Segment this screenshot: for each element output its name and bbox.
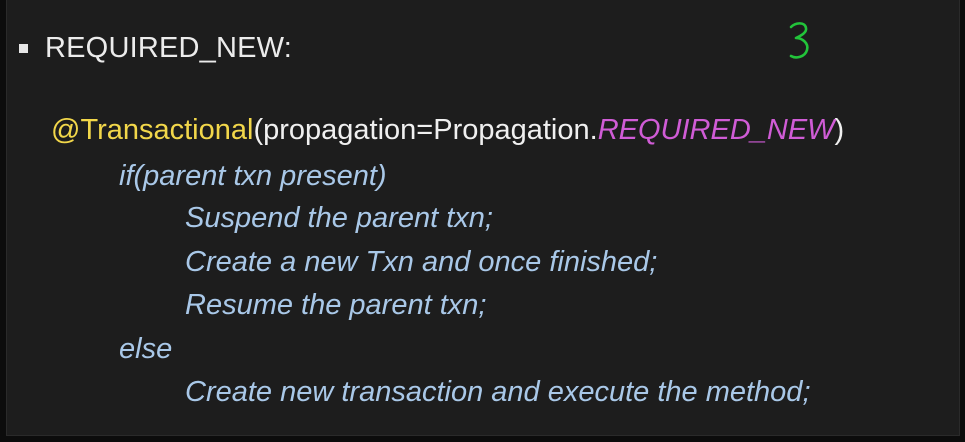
slide: REQUIRED_NEW: @Transactional(propagation… — [6, 0, 960, 436]
handwritten-three-annotation — [789, 22, 809, 59]
propagation-args-prefix: (propagation=Propagation. — [253, 114, 598, 146]
propagation-enum-value: REQUIRED_NEW — [597, 114, 835, 146]
annotation-keyword: @Transactional — [51, 114, 254, 146]
code-line-transactional: @Transactional(propagation=Propagation.R… — [51, 112, 844, 148]
slide-heading: REQUIRED_NEW: — [45, 31, 292, 64]
code-line-else: else — [119, 333, 173, 365]
propagation-args-suffix: ) — [834, 114, 845, 146]
code-line-create-new-txn: Create a new Txn and once finished; — [185, 246, 658, 278]
bullet-heading-row: REQUIRED_NEW: — [19, 26, 292, 70]
code-line-resume: Resume the parent txn; — [185, 289, 487, 321]
code-line-else-create: Create new transaction and execute the m… — [185, 376, 811, 408]
code-line-suspend: Suspend the parent txn; — [185, 202, 493, 234]
code-line-if: if(parent txn present) — [119, 160, 387, 192]
bullet-square-icon — [19, 43, 28, 53]
